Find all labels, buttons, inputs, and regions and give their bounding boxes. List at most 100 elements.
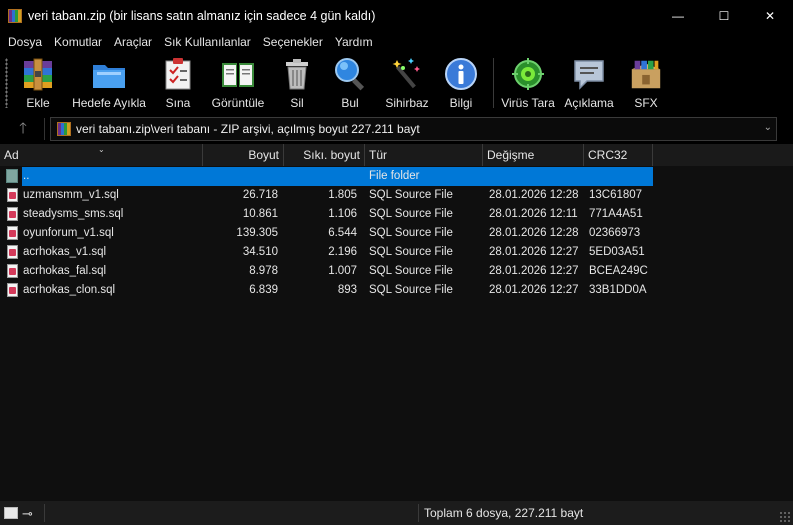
status-separator: [44, 504, 45, 522]
file-packed-size: 1.007: [328, 265, 357, 277]
column-size[interactable]: Boyut: [203, 144, 284, 166]
file-type: SQL Source File: [369, 208, 453, 220]
file-size: 8.978: [249, 265, 278, 277]
resize-grip[interactable]: [779, 511, 791, 523]
file-size: 10.861: [242, 208, 278, 220]
find-button[interactable]: Bul: [331, 56, 369, 112]
column-name[interactable]: Ad ⌄: [0, 144, 203, 166]
list-item-parent-folder[interactable]: .. File folder: [0, 167, 793, 186]
maximize-button[interactable]: ☐: [701, 0, 747, 32]
drive-icon[interactable]: [4, 507, 18, 519]
folder-icon: [6, 169, 18, 183]
status-summary: Toplam 6 dosya, 227.211 bayt: [424, 506, 584, 520]
file-crc: 02366973: [589, 227, 641, 239]
list-item[interactable]: acrhokas_fal.sql 8.978 1.007 SQL Source …: [0, 262, 793, 281]
address-bar: 🡑 veri tabanı.zip\veri tabanı - ZIP arşi…: [0, 114, 793, 144]
close-button[interactable]: ✕: [747, 0, 793, 32]
sql-file-icon: [7, 226, 18, 240]
menu-araclar[interactable]: Araçlar: [108, 32, 158, 52]
file-name: acrhokas_clon.sql: [23, 284, 116, 296]
menu-yardim[interactable]: Yardım: [329, 32, 379, 52]
window-title: veri tabanı.zip (bir lisans satın almanı…: [28, 9, 376, 23]
magic-wand-icon: [389, 56, 425, 92]
column-crc32[interactable]: CRC32: [584, 144, 653, 166]
menu-komutlar[interactable]: Komutlar: [48, 32, 108, 52]
file-name: ..: [23, 170, 30, 182]
file-size: 6.839: [249, 284, 278, 296]
sql-file-icon: [7, 188, 18, 202]
file-crc: BCEA249C: [589, 265, 648, 277]
file-name: acrhokas_fal.sql: [23, 265, 107, 277]
archive-icon: [57, 122, 71, 136]
path-text: veri tabanı.zip\veri tabanı - ZIP arşivi…: [76, 122, 420, 136]
winrar-app-icon[interactable]: [8, 9, 22, 23]
file-packed-size: 1.106: [328, 208, 357, 220]
file-size: 26.718: [242, 189, 278, 201]
delete-label: Sil: [290, 96, 304, 110]
sort-indicator-icon: ⌄: [98, 145, 105, 154]
status-bar: ⊸ Toplam 6 dosya, 227.211 bayt: [0, 501, 793, 525]
chevron-down-icon[interactable]: ⌄: [764, 122, 772, 133]
search-icon: [332, 56, 368, 92]
file-packed-size: 1.805: [328, 189, 357, 201]
file-modified: 28.01.2026 12:11: [489, 208, 578, 220]
title-bar: veri tabanı.zip (bir lisans satın almanı…: [0, 0, 793, 32]
file-modified: 28.01.2026 12:27: [489, 246, 579, 258]
minimize-button[interactable]: —: [655, 0, 701, 32]
sql-file-icon: [7, 245, 18, 259]
view-button[interactable]: Görüntüle: [208, 56, 268, 112]
toolbar-grip[interactable]: [5, 58, 8, 108]
file-name: uzmansmm_v1.sql: [23, 189, 119, 201]
column-name-label: Ad: [4, 148, 19, 162]
key-icon[interactable]: ⊸: [22, 506, 33, 522]
file-list[interactable]: .. File folder uzmansmm_v1.sql 26.718 1.…: [0, 166, 793, 501]
column-packed-size[interactable]: Sıkı. boyut: [284, 144, 365, 166]
trash-icon: [279, 56, 315, 92]
virus-scan-label: Virüs Tara: [501, 96, 555, 110]
wizard-button[interactable]: Sihirbaz: [384, 56, 430, 112]
file-modified: 28.01.2026 12:27: [489, 265, 579, 277]
sql-file-icon: [7, 207, 18, 221]
list-item[interactable]: acrhokas_clon.sql 6.839 893 SQL Source F…: [0, 281, 793, 300]
file-crc: 33B1DD0A: [589, 284, 647, 296]
address-separator: [44, 118, 45, 140]
toolbar: Ekle Hedefe Ayıkla Sına Görüntüle Sil Bu…: [0, 52, 793, 114]
column-type[interactable]: Tür: [365, 144, 483, 166]
file-name: oyunforum_v1.sql: [23, 227, 114, 239]
test-button[interactable]: Sına: [160, 56, 196, 112]
file-crc: 771A4A51: [589, 208, 643, 220]
comment-label: Açıklama: [564, 96, 614, 110]
comment-icon: [571, 56, 607, 92]
add-label: Ekle: [26, 96, 50, 110]
list-item[interactable]: oyunforum_v1.sql 139.305 6.544 SQL Sourc…: [0, 224, 793, 243]
info-button[interactable]: Bilgi: [443, 56, 479, 112]
file-packed-size: 893: [337, 284, 357, 296]
file-crc: 5ED03A51: [589, 246, 645, 258]
toolbar-separator: [493, 58, 494, 108]
delete-button[interactable]: Sil: [280, 56, 314, 112]
file-type: SQL Source File: [369, 227, 453, 239]
list-item[interactable]: acrhokas_v1.sql 34.510 2.196 SQL Source …: [0, 243, 793, 262]
up-arrow-icon[interactable]: 🡑: [14, 120, 32, 138]
file-modified: 28.01.2026 12:28: [489, 227, 579, 239]
add-button[interactable]: Ekle: [20, 56, 56, 112]
menu-sik-kullanilanlar[interactable]: Sık Kullanılanlar: [158, 32, 257, 52]
extract-to-button[interactable]: Hedefe Ayıkla: [70, 56, 148, 112]
menu-secenekler[interactable]: Seçenekler: [257, 32, 329, 52]
file-name: steadysms_sms.sql: [23, 208, 124, 220]
wizard-label: Sihirbaz: [385, 96, 429, 110]
comment-button[interactable]: Açıklama: [563, 56, 615, 112]
path-field[interactable]: veri tabanı.zip\veri tabanı - ZIP arşivi…: [50, 117, 777, 141]
sfx-button[interactable]: SFX: [626, 56, 666, 112]
file-type: SQL Source File: [369, 284, 453, 296]
list-item[interactable]: steadysms_sms.sql 10.861 1.106 SQL Sourc…: [0, 205, 793, 224]
column-modified[interactable]: Değişme: [483, 144, 584, 166]
sql-file-icon: [7, 283, 18, 297]
menu-dosya[interactable]: Dosya: [2, 32, 48, 52]
list-item[interactable]: uzmansmm_v1.sql 26.718 1.805 SQL Source …: [0, 186, 793, 205]
file-size: 139.305: [236, 227, 278, 239]
info-label: Bilgi: [449, 96, 473, 110]
file-type: SQL Source File: [369, 189, 453, 201]
file-type: SQL Source File: [369, 246, 453, 258]
virus-scan-button[interactable]: Virüs Tara: [501, 56, 555, 112]
